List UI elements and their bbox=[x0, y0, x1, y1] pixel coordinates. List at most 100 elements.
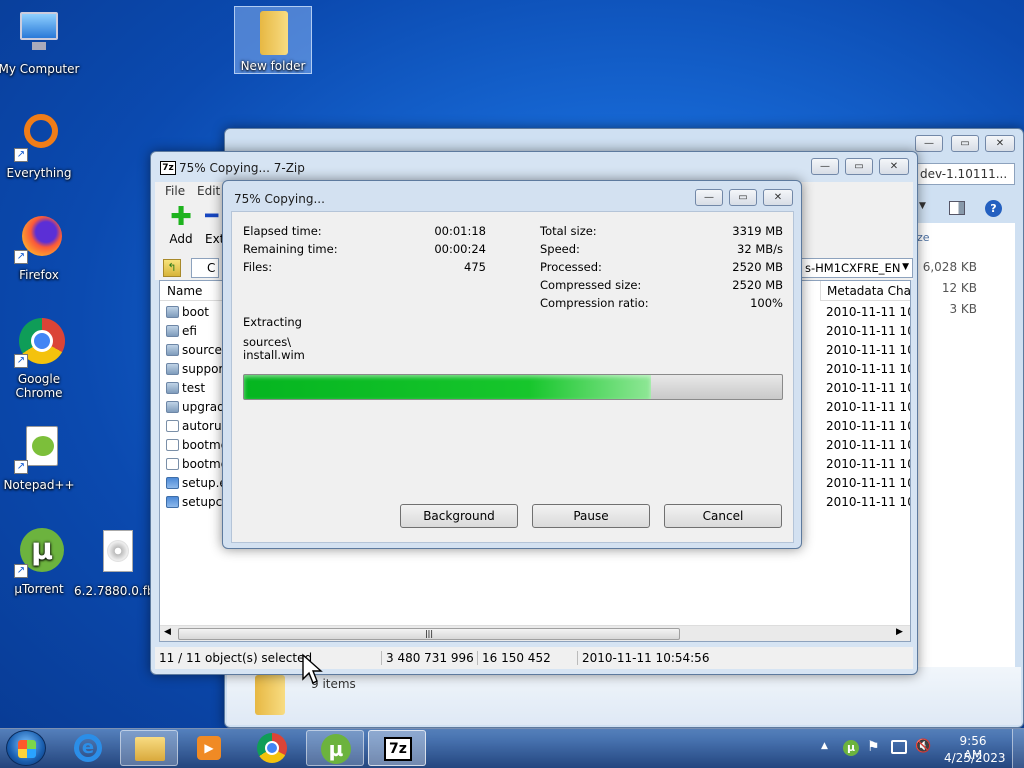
taskbar-explorer[interactable] bbox=[120, 730, 178, 766]
file-icon bbox=[166, 458, 179, 470]
utorrent-icon: µ bbox=[321, 734, 351, 764]
size-column-header[interactable]: ze bbox=[917, 231, 930, 244]
address-bar[interactable]: dev-1.10111... bbox=[915, 163, 1015, 185]
file-icon bbox=[166, 439, 179, 451]
background-button[interactable]: Background bbox=[400, 504, 518, 528]
file-icon bbox=[166, 420, 179, 432]
add-label: Add bbox=[169, 232, 193, 246]
desktop-icon-chrome[interactable]: ↗ Google Chrome bbox=[0, 318, 81, 400]
file-name: test bbox=[182, 381, 206, 395]
window-title: 75% Copying... 7-Zip bbox=[179, 161, 305, 175]
file-date: 2010-11-11 10:5 bbox=[826, 438, 910, 452]
utorrent-tray-icon[interactable]: µ bbox=[843, 740, 859, 756]
progress-bar bbox=[243, 374, 783, 400]
desktop-icon-firefox[interactable]: ↗ Firefox bbox=[0, 214, 81, 282]
status-size: 3 480 731 996 bbox=[381, 651, 474, 665]
header-metadata[interactable]: Metadata Cha... bbox=[820, 281, 910, 301]
stat-value: 00:00:24 bbox=[434, 242, 486, 256]
file-name: autorun bbox=[182, 419, 224, 433]
minimize-button[interactable]: — bbox=[915, 135, 943, 152]
path-dropdown[interactable]: s-HM1CXFRE_EN ▼ bbox=[801, 258, 913, 278]
desktop-icon-utorrent[interactable]: µ ↗ µTorrent bbox=[0, 528, 81, 596]
file-size: 3 KB bbox=[949, 302, 977, 316]
file-date: 2010-11-11 10:5 bbox=[826, 324, 910, 338]
view-options-icon[interactable]: ▼ bbox=[919, 201, 931, 211]
add-button[interactable]: ✚ Add bbox=[163, 202, 199, 246]
desktop-icon-label: Google Chrome bbox=[15, 372, 63, 400]
stat-label: Compressed size: bbox=[540, 278, 642, 292]
desktop-icon-new-folder[interactable]: New folder bbox=[234, 6, 312, 74]
stat-value: 475 bbox=[464, 260, 486, 274]
minimize-button[interactable]: — bbox=[695, 189, 723, 206]
stat-value: 2520 MB bbox=[732, 278, 783, 292]
stat-label: Speed: bbox=[540, 242, 580, 256]
file-date: 2010-11-11 10:5 bbox=[826, 343, 910, 357]
maximize-button[interactable]: ▭ bbox=[951, 135, 979, 152]
show-hidden-icons[interactable]: ▲ bbox=[821, 741, 828, 751]
scroll-right-icon[interactable]: ▶ bbox=[896, 627, 903, 637]
minimize-button[interactable]: — bbox=[811, 158, 839, 175]
taskbar-utorrent[interactable]: µ bbox=[306, 730, 364, 766]
clock-date[interactable]: 4/25/2023 bbox=[944, 751, 1006, 765]
file-name: setup.ex bbox=[182, 476, 224, 490]
stat-value: 00:01:18 bbox=[434, 224, 486, 238]
file-name: efi bbox=[182, 324, 197, 338]
cancel-button[interactable]: Cancel bbox=[664, 504, 782, 528]
stat-value: 2520 MB bbox=[732, 260, 783, 274]
maximize-button[interactable]: ▭ bbox=[845, 158, 873, 175]
folder-icon bbox=[248, 9, 298, 55]
file-size: 6,028 KB bbox=[922, 260, 977, 274]
maximize-button[interactable]: ▭ bbox=[729, 189, 757, 206]
header-name[interactable]: Name bbox=[160, 281, 230, 301]
progress-dialog[interactable]: 75% Copying... — ▭ ✕ Elapsed time: 00:01:… bbox=[222, 180, 802, 549]
close-button[interactable]: ✕ bbox=[879, 158, 909, 175]
desktop-icon-label: 6.2.7880.0.fb... bbox=[74, 584, 166, 598]
file-name: setupcl bbox=[182, 495, 224, 509]
horizontal-scrollbar[interactable]: ◀ ||| ▶ bbox=[160, 625, 910, 641]
close-button[interactable]: ✕ bbox=[985, 135, 1015, 152]
notepadpp-icon: ↗ bbox=[14, 424, 64, 474]
help-icon[interactable]: ? bbox=[985, 200, 1002, 217]
network-icon[interactable] bbox=[891, 740, 907, 754]
shortcut-arrow-icon: ↗ bbox=[14, 354, 28, 368]
start-button[interactable] bbox=[6, 730, 46, 766]
taskbar-chrome[interactable] bbox=[244, 730, 300, 766]
plus-icon: ✚ bbox=[170, 202, 192, 232]
path-text: C bbox=[207, 261, 216, 275]
taskbar-ie[interactable]: e bbox=[60, 730, 116, 766]
everything-icon: ↗ bbox=[14, 112, 64, 162]
pause-button[interactable]: Pause bbox=[532, 504, 650, 528]
desktop-icon-everything[interactable]: ↗ Everything bbox=[0, 112, 81, 180]
computer-icon bbox=[14, 8, 64, 58]
scroll-thumb[interactable]: ||| bbox=[178, 628, 680, 640]
path-input[interactable]: C bbox=[191, 258, 219, 278]
desktop-icon-iso-file[interactable]: 6.2.7880.0.fb... bbox=[74, 530, 166, 598]
shortcut-arrow-icon: ↗ bbox=[14, 460, 28, 474]
disc-image-icon bbox=[91, 530, 141, 580]
mouse-cursor-icon bbox=[302, 653, 323, 684]
show-desktop-button[interactable] bbox=[1012, 729, 1024, 768]
menu-file[interactable]: File bbox=[165, 184, 185, 198]
folder-icon bbox=[166, 401, 179, 413]
menu-edit[interactable]: Edit bbox=[197, 184, 220, 198]
action-center-flag-icon[interactable]: ⚑ bbox=[867, 739, 880, 755]
status-selected: 11 / 11 object(s) selected bbox=[159, 651, 313, 665]
stat-label: Total size: bbox=[540, 224, 597, 238]
up-folder-icon[interactable]: ↰ bbox=[163, 259, 181, 277]
stat-label: Remaining time: bbox=[243, 242, 338, 256]
current-file: install.wim bbox=[243, 348, 305, 362]
desktop-icon-my-computer[interactable]: My Computer bbox=[0, 8, 81, 76]
progress-fill bbox=[244, 375, 652, 399]
preview-pane-icon[interactable] bbox=[949, 201, 965, 215]
chrome-center-icon bbox=[265, 741, 279, 755]
desktop-icon-notepadpp[interactable]: ↗ Notepad++ bbox=[0, 424, 81, 492]
close-button[interactable]: ✕ bbox=[763, 189, 793, 206]
file-icon bbox=[166, 477, 179, 489]
taskbar-7zip[interactable]: 7z bbox=[368, 730, 426, 766]
taskbar-media-player[interactable]: ▶ bbox=[182, 730, 238, 766]
file-date: 2010-11-11 10:5 bbox=[826, 400, 910, 414]
scroll-left-icon[interactable]: ◀ bbox=[164, 627, 171, 637]
volume-muted-icon[interactable]: 🔇 bbox=[915, 739, 931, 754]
shortcut-arrow-icon: ↗ bbox=[14, 250, 28, 264]
file-name: boot bbox=[182, 305, 210, 319]
